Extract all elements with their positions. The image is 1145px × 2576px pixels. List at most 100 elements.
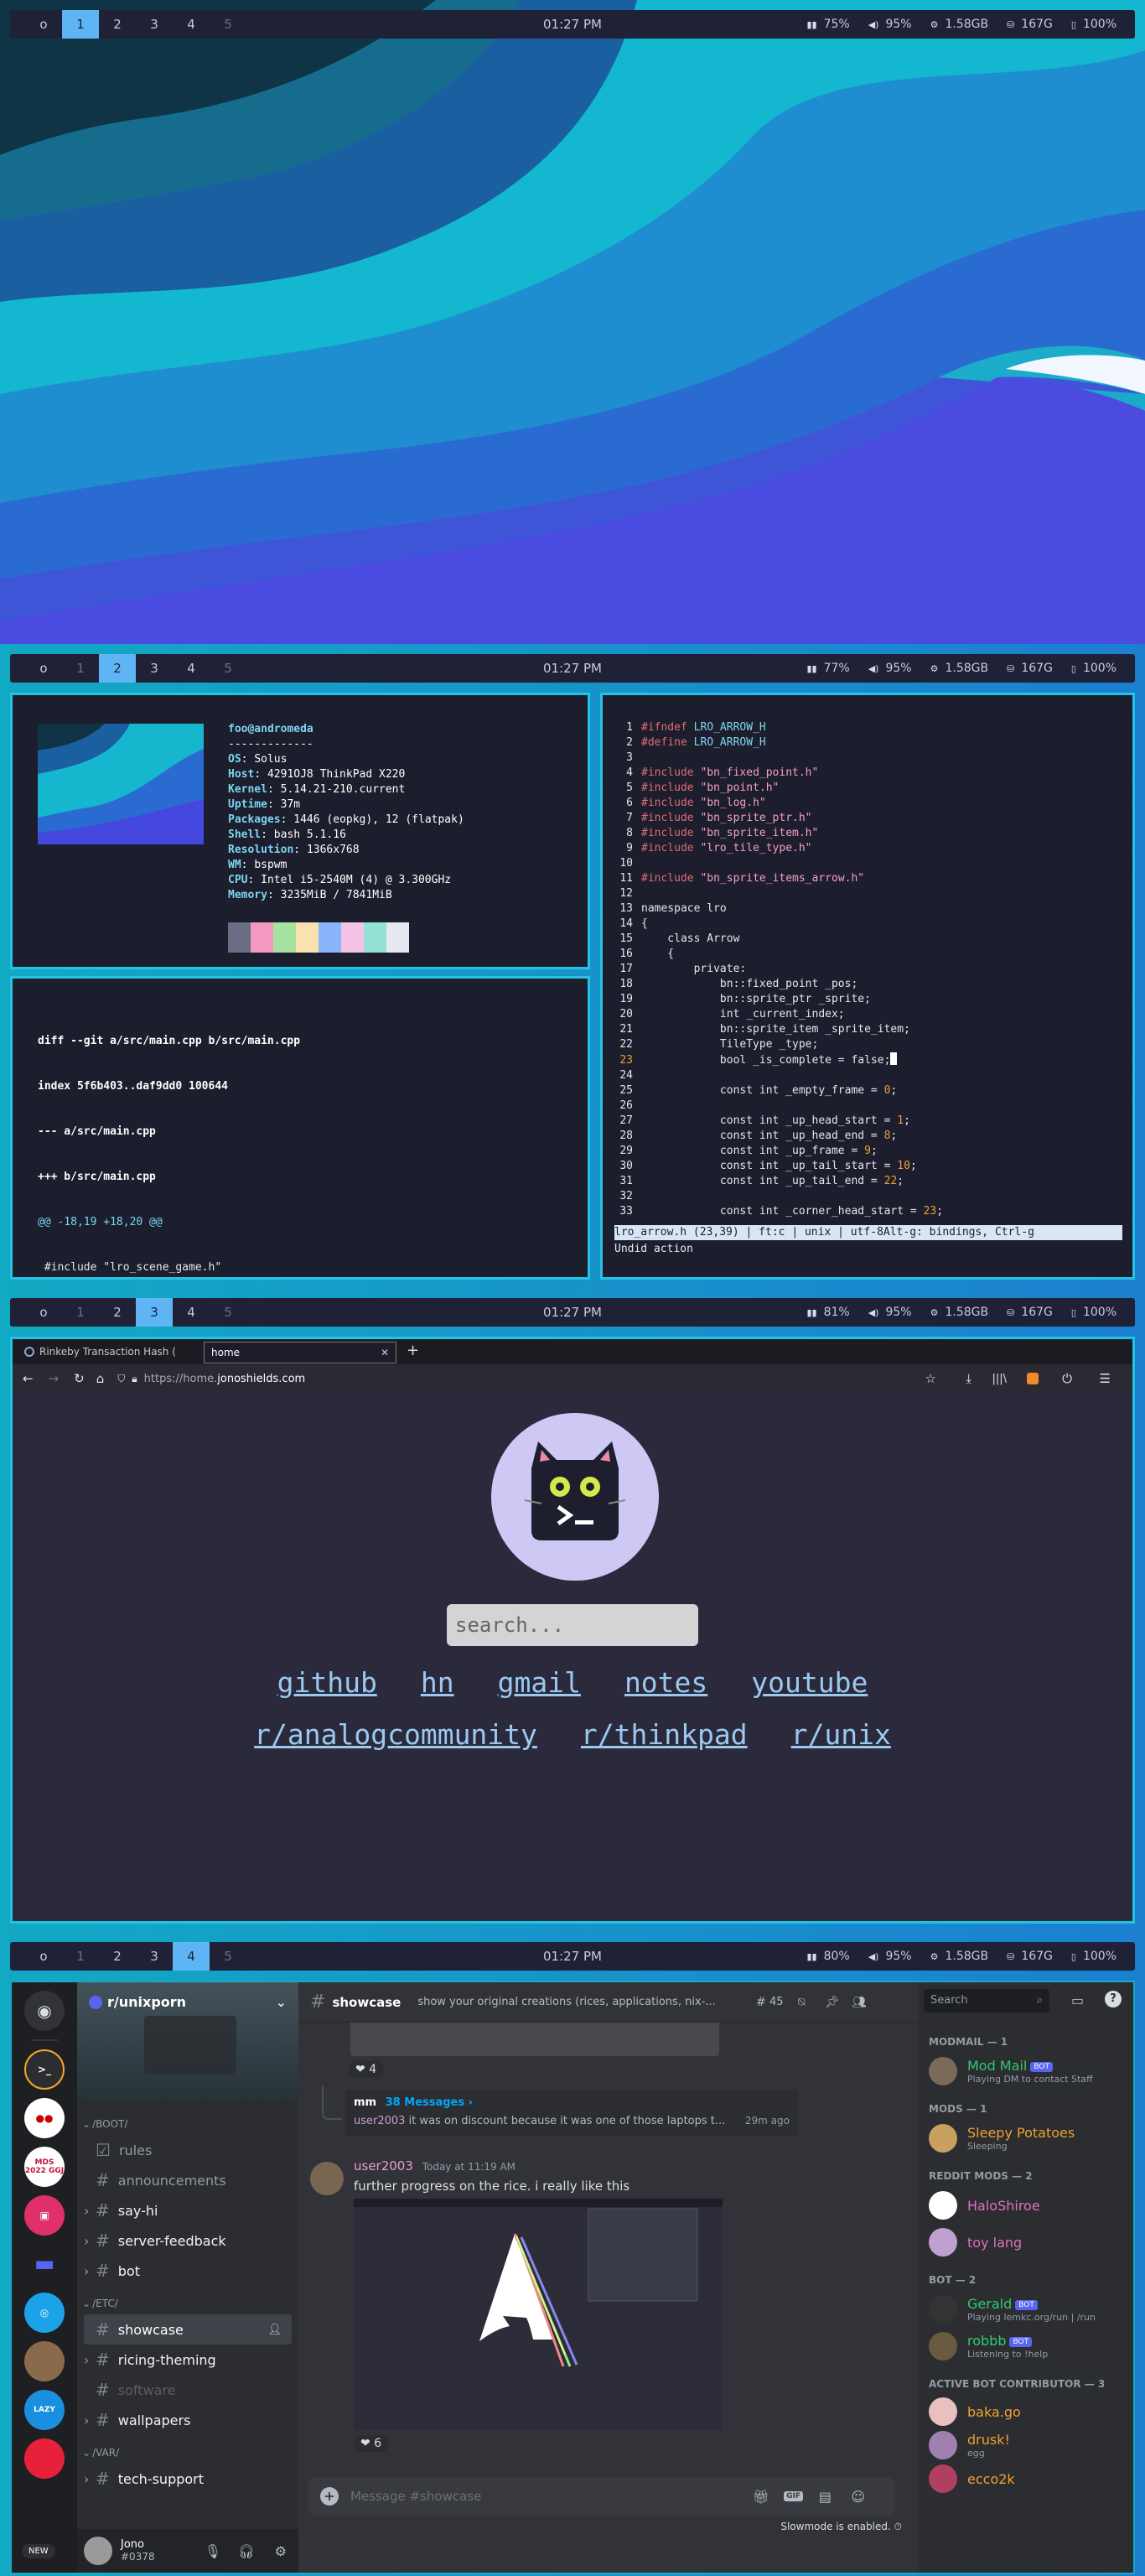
channel-item[interactable]: › # say-hi bbox=[77, 2195, 298, 2225]
threads-icon[interactable]: # bbox=[756, 1996, 766, 2009]
workspace-2[interactable]: 2 bbox=[99, 1942, 136, 1971]
sticker-icon[interactable]: ▤ bbox=[819, 2489, 832, 2505]
workspace-3[interactable]: 3 bbox=[136, 10, 173, 39]
workspace-2[interactable]: 2 bbox=[99, 1298, 136, 1327]
home-icon[interactable]: ⌂ bbox=[96, 1371, 105, 1386]
new-tab-icon[interactable]: + bbox=[407, 1342, 419, 1359]
server-blue-icon[interactable]: ◎ bbox=[24, 2293, 65, 2333]
pin-icon[interactable]: 📌︎ bbox=[825, 1996, 840, 2009]
workspace-4[interactable]: 4 bbox=[173, 1942, 210, 1971]
server-lazy-icon[interactable]: LAZY bbox=[24, 2390, 65, 2430]
neofetch-terminal[interactable]: foo@andromeda ------------- OS: Solus Hos… bbox=[10, 693, 590, 969]
shield-icon[interactable]: ⛉ bbox=[117, 1373, 125, 1385]
workspace-3[interactable]: 3 bbox=[136, 1298, 173, 1327]
emoji-icon[interactable]: ☺ bbox=[851, 2489, 865, 2505]
rice-screenshot-image[interactable] bbox=[354, 2199, 723, 2430]
avatar[interactable] bbox=[310, 2162, 344, 2195]
workspace-o[interactable]: o bbox=[25, 654, 62, 683]
bookmark-link[interactable]: hn bbox=[421, 1666, 454, 1699]
workspace-5[interactable]: 5 bbox=[210, 1298, 246, 1327]
category-etc[interactable]: ⌄ /ETC/ bbox=[77, 2286, 298, 2314]
workspace-1[interactable]: 1 bbox=[62, 1942, 99, 1971]
invite-icon[interactable]: 👤︎ bbox=[267, 2324, 282, 2336]
discord-home-icon[interactable]: ◉ bbox=[24, 1991, 65, 2031]
code-editor-terminal[interactable]: 1 #ifndef LRO_ARROW_H 2 #define LRO_ARROW_H… bbox=[600, 693, 1135, 1280]
reaction-heart[interactable]: ❤ 6 bbox=[354, 2435, 389, 2452]
bookmark-link[interactable]: r/analogcommunity bbox=[254, 1718, 537, 1751]
workspace-2[interactable]: 2 bbox=[99, 654, 136, 683]
thread-messages-link[interactable]: 38 Messages › bbox=[386, 2096, 473, 2109]
member-item[interactable]: ecco2k bbox=[919, 2462, 1133, 2496]
channel-item[interactable]: ☑ rules bbox=[77, 2135, 298, 2165]
thread-preview[interactable]: mm 38 Messages › user2003 it was on disc… bbox=[345, 2090, 798, 2137]
close-tab-icon[interactable]: ✕ bbox=[381, 1347, 389, 1358]
code-buffer[interactable]: 1 #ifndef LRO_ARROW_H 2 #define LRO_ARROW_H… bbox=[614, 720, 943, 1219]
workspace-5[interactable]: 5 bbox=[210, 1942, 246, 1971]
workspace-5[interactable]: 5 bbox=[210, 10, 246, 39]
inbox-icon[interactable]: ▭ bbox=[1071, 1992, 1084, 2008]
headphones-icon[interactable]: 🎧︎ bbox=[238, 2543, 255, 2559]
server-mds-icon[interactable]: MDS 2022 GGJ bbox=[24, 2147, 65, 2187]
workspace-1[interactable]: 1 bbox=[62, 654, 99, 683]
workspace-4[interactable]: 4 bbox=[173, 1298, 210, 1327]
menu-icon[interactable]: ☰ bbox=[1100, 1371, 1111, 1386]
git-diff-terminal[interactable]: diff --git a/src/main.cpp b/src/main.cpp… bbox=[10, 976, 590, 1280]
workspace-2[interactable]: 2 bbox=[99, 10, 136, 39]
gift-icon[interactable]: 🎁︎ bbox=[753, 2489, 769, 2505]
server-header[interactable]: r/unixporn bbox=[89, 1994, 186, 2010]
channel-item[interactable]: › # server-feedback bbox=[77, 2225, 298, 2256]
channel-item[interactable]: # showcase 👤︎ bbox=[84, 2314, 292, 2345]
server-game-icon[interactable]: ▣ bbox=[24, 2195, 65, 2236]
bookmark-link[interactable]: r/unix bbox=[791, 1718, 891, 1751]
channel-item[interactable]: # announcements bbox=[77, 2165, 298, 2195]
server-terminal-icon[interactable]: >_ bbox=[24, 2049, 65, 2090]
new-badge[interactable]: NEW bbox=[22, 2544, 55, 2558]
bookmark-link[interactable]: youtube bbox=[751, 1666, 868, 1699]
workspace-4[interactable]: 4 bbox=[173, 654, 210, 683]
member-item[interactable]: Sleepy Potatoes Sleeping bbox=[919, 2120, 1133, 2157]
tab-rinkeby[interactable]: Rinkeby Transaction Hash ( bbox=[18, 1342, 202, 1362]
server-avatar-icon[interactable] bbox=[24, 2341, 65, 2381]
add-attachment-icon[interactable]: + bbox=[320, 2487, 339, 2506]
folder-icon[interactable]: ▬ bbox=[24, 2244, 65, 2284]
category-var[interactable]: ⌄ /VAR/ bbox=[77, 2435, 298, 2464]
bookmark-link[interactable]: notes bbox=[624, 1666, 707, 1699]
power-icon[interactable]: ⏻ bbox=[1062, 1371, 1072, 1386]
settings-gear-icon[interactable]: ⚙ bbox=[275, 2543, 287, 2559]
bookmark-link[interactable]: github bbox=[277, 1666, 377, 1699]
member-item[interactable]: HaloShiroe bbox=[919, 2187, 1133, 2224]
channel-item[interactable]: # software bbox=[77, 2375, 298, 2405]
forward-icon[interactable]: → bbox=[49, 1371, 60, 1386]
gif-icon[interactable]: GIF bbox=[784, 2491, 803, 2501]
member-item[interactable]: drusk! egg bbox=[919, 2428, 1133, 2462]
workspace-4[interactable]: 4 bbox=[173, 10, 210, 39]
library-icon[interactable]: |||\ bbox=[992, 1373, 1007, 1385]
member-item[interactable]: baka.go bbox=[919, 2395, 1133, 2428]
back-icon[interactable]: ← bbox=[23, 1371, 34, 1386]
bookmark-link[interactable]: r/thinkpad bbox=[581, 1718, 748, 1751]
workspace-3[interactable]: 3 bbox=[136, 1942, 173, 1971]
previous-screenshot-image[interactable] bbox=[350, 2023, 719, 2056]
reaction-heart[interactable]: ❤ 4 bbox=[349, 2061, 384, 2078]
workspace-1[interactable]: 1 bbox=[62, 10, 99, 39]
bookmark-star-icon[interactable]: ☆ bbox=[925, 1371, 936, 1386]
workspace-o[interactable]: o bbox=[25, 1942, 62, 1971]
workspace-1[interactable]: 1 bbox=[62, 1298, 99, 1327]
workspace-o[interactable]: o bbox=[25, 1298, 62, 1327]
member-list-icon[interactable]: 👥︎ bbox=[852, 1996, 867, 2009]
channel-item[interactable]: › # wallpapers bbox=[77, 2405, 298, 2435]
member-item[interactable]: Mod Mail BOT Playing DM to contact Staff bbox=[919, 2053, 1133, 2090]
reload-icon[interactable]: ↻ bbox=[74, 1371, 85, 1386]
metamask-icon[interactable] bbox=[1027, 1373, 1039, 1384]
download-icon[interactable]: ⤓ bbox=[966, 1371, 971, 1386]
avatar[interactable] bbox=[84, 2537, 112, 2565]
member-item[interactable]: robbb BOT Listening to !help bbox=[919, 2328, 1133, 2365]
server-red2-icon[interactable] bbox=[24, 2438, 65, 2479]
member-item[interactable]: toy lang bbox=[919, 2224, 1133, 2261]
channel-item[interactable]: › # tech-support bbox=[77, 2464, 298, 2494]
url-bar[interactable]: https://home.jonoshields.com bbox=[144, 1373, 306, 1385]
workspace-o[interactable]: o bbox=[25, 10, 62, 39]
workspace-5[interactable]: 5 bbox=[210, 654, 246, 683]
help-icon[interactable]: ? bbox=[1105, 1991, 1122, 2007]
message-composer[interactable]: + Message #showcase 🎁︎ GIF ▤ ☺ bbox=[308, 2477, 895, 2516]
